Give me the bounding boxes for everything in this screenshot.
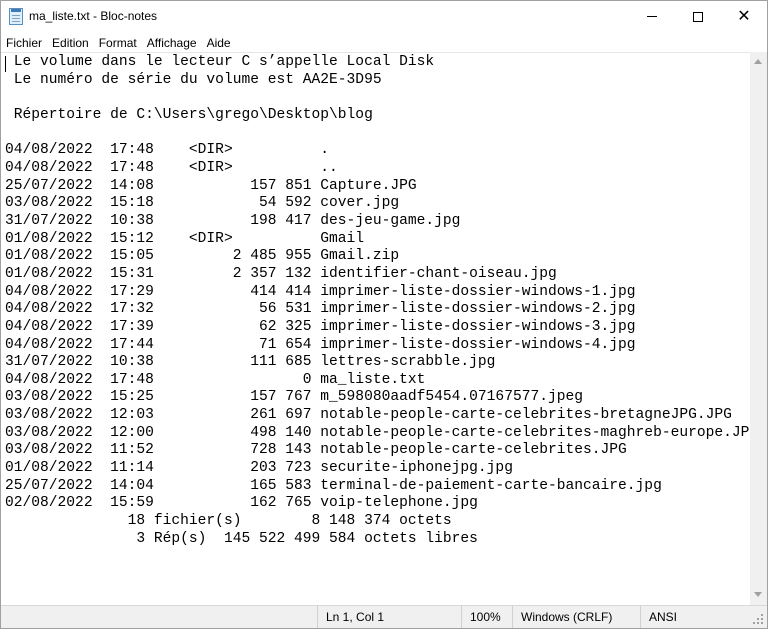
scroll-up-icon[interactable] bbox=[754, 59, 762, 64]
vertical-scrollbar[interactable] bbox=[750, 52, 767, 605]
editor-text[interactable]: Le volume dans le lecteur C s’appelle Lo… bbox=[1, 53, 750, 548]
minimize-button[interactable] bbox=[629, 1, 675, 32]
zoom-level: 100% bbox=[461, 606, 512, 628]
close-icon: ✕ bbox=[737, 7, 751, 25]
resize-grip-icon[interactable] bbox=[753, 614, 763, 624]
maximize-icon bbox=[693, 11, 703, 22]
close-button[interactable]: ✕ bbox=[721, 1, 767, 32]
minimize-icon bbox=[647, 16, 657, 17]
cursor-position: Ln 1, Col 1 bbox=[317, 606, 461, 628]
notepad-icon bbox=[9, 8, 23, 25]
line-ending: Windows (CRLF) bbox=[512, 606, 640, 628]
maximize-button[interactable] bbox=[675, 1, 721, 32]
window-title: ma_liste.txt - Bloc-notes bbox=[29, 9, 158, 23]
scroll-down-icon[interactable] bbox=[754, 592, 762, 597]
notepad-window: ma_liste.txt - Bloc-notes ✕ Fichier Edit… bbox=[0, 0, 768, 629]
menu-aide[interactable]: Aide bbox=[202, 32, 236, 52]
menu-fichier[interactable]: Fichier bbox=[1, 32, 47, 52]
menu-bar: Fichier Edition Format Affichage Aide bbox=[1, 32, 767, 52]
menu-affichage[interactable]: Affichage bbox=[142, 32, 202, 52]
text-caret bbox=[5, 56, 6, 72]
title-bar[interactable]: ma_liste.txt - Bloc-notes ✕ bbox=[1, 1, 767, 32]
text-editor[interactable]: Le volume dans le lecteur C s’appelle Lo… bbox=[1, 52, 750, 606]
encoding: ANSI bbox=[640, 606, 750, 628]
status-bar: Ln 1, Col 1 100% Windows (CRLF) ANSI bbox=[1, 605, 767, 628]
menu-format[interactable]: Format bbox=[94, 32, 142, 52]
menu-edition[interactable]: Edition bbox=[47, 32, 94, 52]
